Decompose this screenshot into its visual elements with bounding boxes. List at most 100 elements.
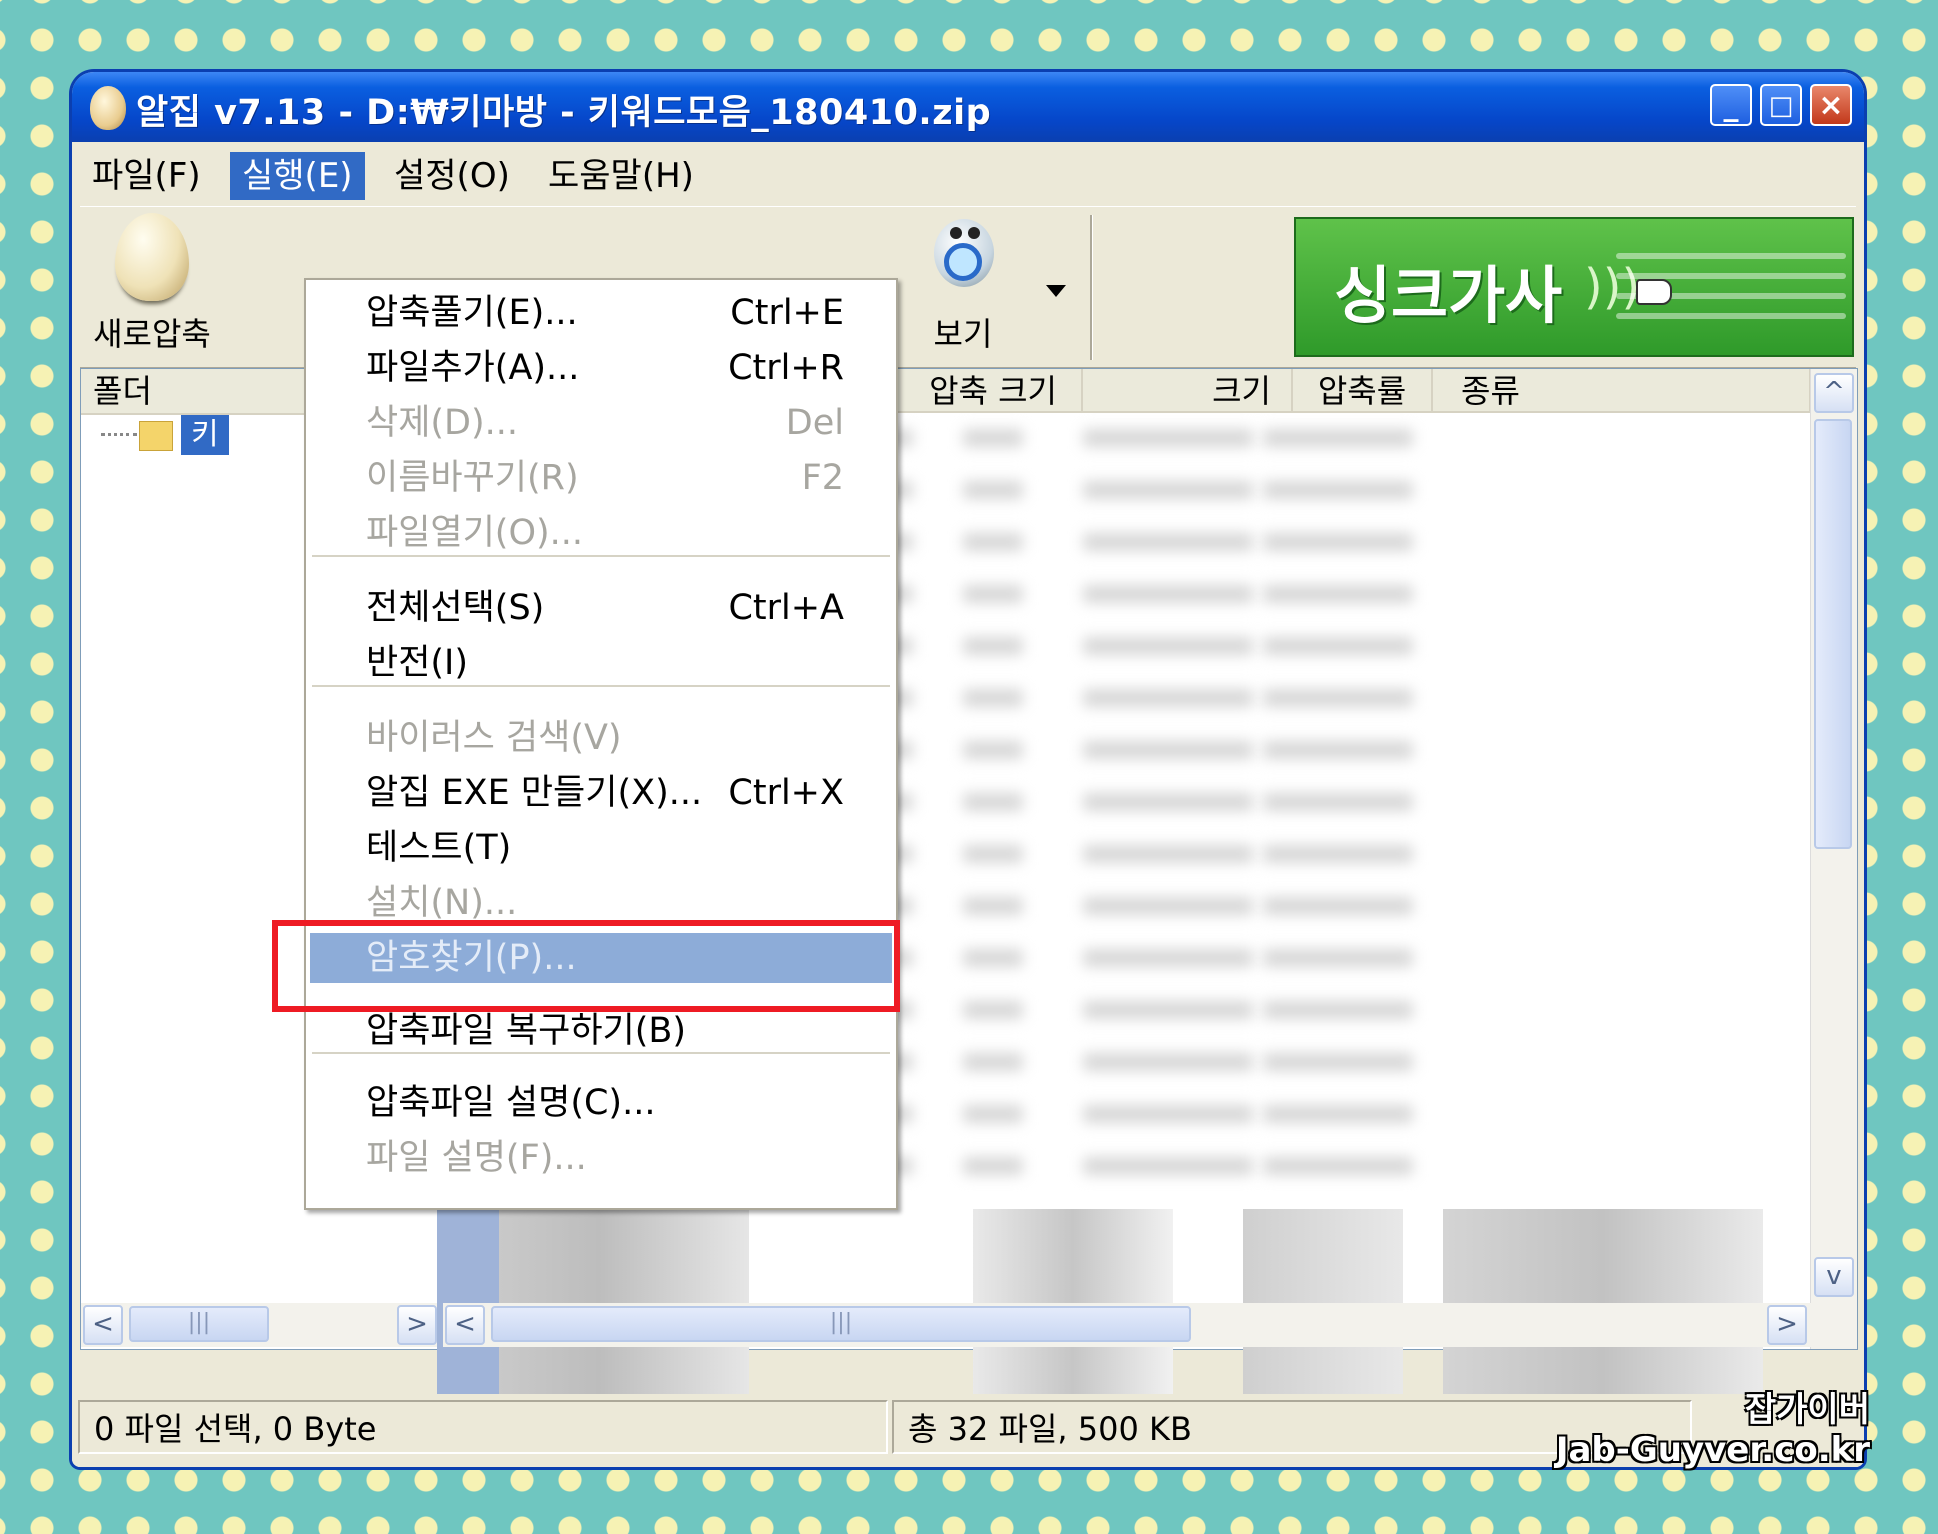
column-header-ratio[interactable]: 압축률	[1293, 369, 1433, 413]
new-archive-label: 새로압축	[93, 315, 211, 353]
redacted-cell	[963, 741, 1023, 759]
redacted-cell	[1263, 637, 1413, 655]
tree-connector	[101, 433, 137, 436]
menu-item-1[interactable]: 파일추가(A)... Ctrl+R	[310, 343, 892, 393]
redacted-cell	[1263, 689, 1413, 707]
redacted-cell	[963, 897, 1023, 915]
list-scroll-right-icon[interactable]: >	[1767, 1305, 1807, 1345]
menu-item-6[interactable]: 반전(I)	[310, 638, 892, 688]
menu-run[interactable]: 실행(E)	[230, 152, 365, 200]
view-dropdown-arrow-icon[interactable]	[1046, 285, 1066, 297]
scroll-down-icon[interactable]: v	[1814, 1257, 1854, 1297]
redacted-cell	[963, 845, 1023, 863]
redacted-cell	[1263, 429, 1413, 447]
menu-bar: 파일(F) 실행(E) 설정(O) 도움말(H)	[72, 142, 1864, 206]
close-button[interactable]: ×	[1810, 84, 1852, 126]
folder-scroll-thumb[interactable]: |||	[129, 1306, 269, 1342]
folder-horizontal-scrollbar[interactable]: < ||| >	[81, 1303, 441, 1347]
menu-item-shortcut: Del	[785, 403, 844, 443]
redacted-cell	[963, 793, 1023, 811]
list-scroll-left-icon[interactable]: <	[445, 1305, 485, 1345]
menu-item-label: 파일열기(O)...	[366, 513, 584, 553]
menu-item-label: 알집 EXE 만들기(X)...	[366, 773, 703, 813]
menu-item-12[interactable]: 압축파일 복구하기(B)	[310, 1006, 892, 1056]
magnifier-mascot-icon	[922, 213, 1004, 301]
menu-item-label: 전체선택(S)	[366, 588, 545, 628]
redacted-cell	[1083, 793, 1253, 811]
tree-item-selected[interactable]: 키	[181, 415, 229, 455]
view-label: 보기	[933, 315, 993, 353]
redacted-cell	[1083, 845, 1253, 863]
folder-icon	[139, 421, 173, 451]
site-watermark: 잡가이버 Jab-Guyver.co.kr	[1510, 1390, 1870, 1470]
redacted-cell	[1083, 1053, 1253, 1071]
redacted-cell	[963, 481, 1023, 499]
maximize-button[interactable]: □	[1760, 84, 1802, 126]
menu-item-2: 삭제(D)... Del	[310, 398, 892, 448]
menu-item-shortcut: Ctrl+R	[728, 348, 844, 388]
menu-item-label: 파일추가(A)...	[366, 348, 580, 388]
redacted-cell	[1083, 533, 1253, 551]
file-list-vertical-scrollbar[interactable]: ^ v	[1810, 369, 1857, 1349]
column-header-type[interactable]: 종류	[1433, 369, 1811, 413]
redacted-cell	[963, 689, 1023, 707]
menu-item-shortcut: Ctrl+E	[730, 293, 844, 333]
menu-item-5[interactable]: 전체선택(S) Ctrl+A	[310, 583, 892, 633]
sync-lyrics-banner[interactable]: 싱크가사 )))	[1294, 217, 1854, 357]
pointing-hand-icon	[1636, 279, 1672, 305]
menu-item-label: 파일 설명(F)...	[366, 1138, 587, 1178]
scroll-right-icon[interactable]: >	[397, 1305, 437, 1345]
menu-item-3: 이름바꾸기(R) F2	[310, 453, 892, 503]
column-header-size[interactable]: 크기	[1083, 369, 1293, 413]
redacted-cell	[1083, 637, 1253, 655]
new-archive-button[interactable]: 새로압축	[86, 213, 218, 355]
menu-item-14: 파일 설명(F)...	[310, 1133, 892, 1183]
menu-item-7: 바이러스 검색(V)	[310, 713, 892, 763]
redacted-cell	[1263, 481, 1413, 499]
title-bar[interactable]: 알집 v7.13 - D:₩키마방 - 키워드모음_180410.zip _ □…	[72, 72, 1864, 142]
list-scroll-thumb[interactable]: |||	[491, 1306, 1191, 1342]
menu-item-label: 압축파일 복구하기(B)	[366, 1011, 687, 1051]
file-list-horizontal-scrollbar[interactable]: < ||| >	[443, 1303, 1811, 1347]
vertical-scroll-thumb[interactable]	[1814, 419, 1852, 849]
menu-item-8[interactable]: 알집 EXE 만들기(X)... Ctrl+X	[310, 768, 892, 818]
menu-help[interactable]: 도움말(H)	[536, 152, 706, 200]
menu-item-shortcut: Ctrl+X	[728, 773, 844, 813]
redacted-cell	[1083, 949, 1253, 967]
redacted-cell	[1263, 845, 1413, 863]
redacted-cell	[1263, 533, 1413, 551]
redacted-cell	[1263, 741, 1413, 759]
watermark-line2: Jab-Guyver.co.kr	[1555, 1430, 1870, 1470]
menu-item-label: 반전(I)	[366, 643, 469, 683]
menu-item-0[interactable]: 압축풀기(E)... Ctrl+E	[310, 288, 892, 338]
egg-icon	[115, 213, 189, 301]
redacted-cell	[1083, 741, 1253, 759]
menu-file[interactable]: 파일(F)	[80, 152, 213, 200]
redacted-cell	[1083, 1105, 1253, 1123]
redacted-cell	[1083, 1001, 1253, 1019]
redacted-cell	[1083, 481, 1253, 499]
redacted-cell	[963, 949, 1023, 967]
menu-item-13[interactable]: 압축파일 설명(C)...	[310, 1078, 892, 1128]
redacted-cell	[963, 533, 1023, 551]
redacted-cell	[1263, 949, 1413, 967]
redacted-cell	[1263, 1001, 1413, 1019]
scroll-left-icon[interactable]: <	[83, 1305, 123, 1345]
redacted-cell	[1263, 897, 1413, 915]
redacted-cell	[1083, 897, 1253, 915]
menu-item-9[interactable]: 테스트(T)	[310, 823, 892, 873]
redacted-cell	[963, 1001, 1023, 1019]
redacted-cell	[1263, 1053, 1413, 1071]
menu-item-label: 테스트(T)	[366, 828, 512, 868]
window-title: 알집 v7.13 - D:₩키마방 - 키워드모음_180410.zip	[136, 93, 992, 133]
redacted-cell	[963, 1157, 1023, 1175]
menu-item-label: 바이러스 검색(V)	[366, 718, 622, 758]
highlight-annotation-box	[272, 920, 900, 1012]
minimize-button[interactable]: _	[1710, 84, 1752, 126]
menu-settings[interactable]: 설정(O)	[382, 152, 522, 200]
redacted-cell	[1083, 689, 1253, 707]
redacted-cell	[1263, 1105, 1413, 1123]
app-window: 알집 v7.13 - D:₩키마방 - 키워드모음_180410.zip _ □…	[72, 72, 1864, 1467]
scroll-up-icon[interactable]: ^	[1814, 373, 1854, 413]
view-button[interactable]: 보기	[908, 213, 1018, 355]
